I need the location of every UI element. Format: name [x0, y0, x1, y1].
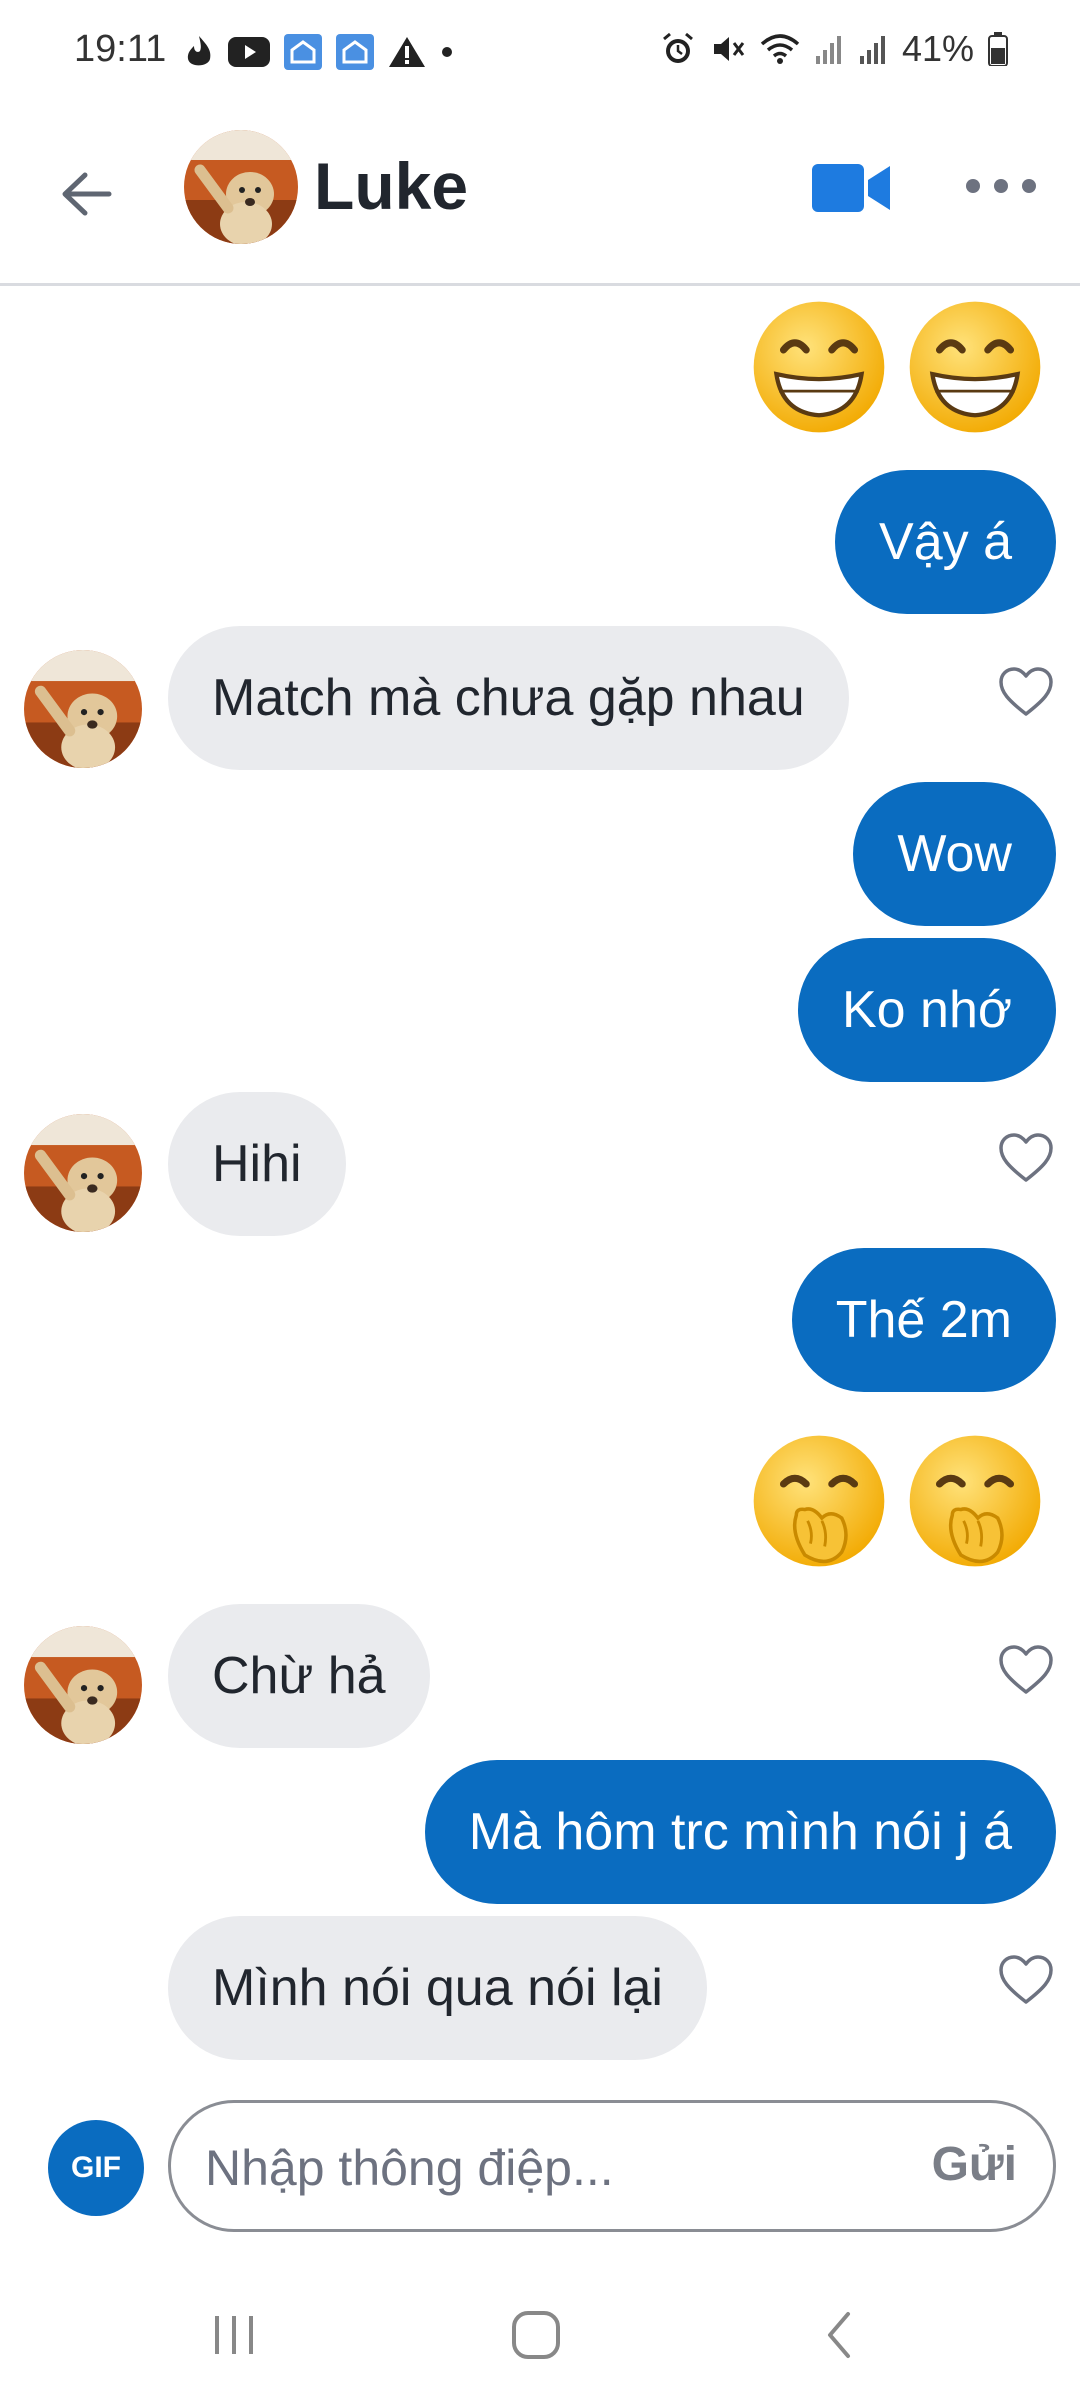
message-bubble-in[interactable]: Hihi	[168, 1092, 346, 1236]
dog-photo-icon	[24, 1114, 142, 1232]
message-bubble-out[interactable]: Vậy á	[835, 470, 1056, 614]
back-chevron-icon	[828, 2312, 850, 2358]
dot-icon	[442, 47, 452, 57]
home-app-icon-2	[336, 34, 374, 70]
video-call-button[interactable]	[808, 158, 894, 218]
heart-outline-icon[interactable]	[998, 666, 1054, 718]
system-icons: 41%	[660, 28, 1008, 70]
sender-avatar[interactable]	[24, 650, 142, 768]
video-camera-icon	[812, 164, 890, 212]
recent-apps-icon	[215, 2316, 253, 2354]
back-nav-button[interactable]	[800, 2300, 880, 2370]
sender-avatar[interactable]	[24, 1626, 142, 1744]
tinder-flame-icon	[187, 36, 211, 66]
dog-photo-icon	[24, 1626, 142, 1744]
contact-avatar[interactable]	[184, 130, 298, 244]
contact-name[interactable]: Luke	[314, 148, 468, 224]
message-bubble-in[interactable]: Chừ hả	[168, 1604, 430, 1748]
message-bubble-out[interactable]: Thế 2m	[791, 1248, 1056, 1392]
battery-icon	[988, 32, 1008, 66]
message-input[interactable]	[205, 2133, 845, 2203]
arrow-left-icon	[62, 172, 112, 216]
status-bar: 19:11 41%	[0, 0, 1080, 110]
heart-outline-icon[interactable]	[998, 1644, 1054, 1696]
heart-outline-icon[interactable]	[998, 1132, 1054, 1184]
chat-header: Luke	[0, 110, 1080, 286]
status-time: 19:11	[74, 28, 167, 70]
home-button[interactable]	[496, 2300, 576, 2370]
wifi-icon	[760, 34, 800, 64]
alarm-icon	[662, 32, 693, 63]
message-bubble-out[interactable]: Ko nhớ	[798, 938, 1056, 1082]
more-options-button[interactable]	[966, 166, 1036, 206]
signal-icon-2	[859, 36, 885, 64]
recent-apps-button[interactable]	[194, 2300, 274, 2370]
signal-icon-1	[815, 36, 841, 64]
warning-icon	[389, 37, 425, 67]
notification-icons	[184, 34, 454, 70]
message-bubble-out[interactable]: Mà hôm trc mình nói j á	[424, 1760, 1056, 1904]
dog-photo-icon	[24, 650, 142, 768]
mute-icon	[713, 37, 745, 61]
heart-outline-icon[interactable]	[998, 1954, 1054, 2006]
message-composer: Gửi	[168, 2100, 1056, 2232]
youtube-icon	[228, 37, 270, 67]
hand-over-mouth-emoji	[904, 1430, 1046, 1572]
message-bubble-in[interactable]: Mình nói qua nói lại	[168, 1916, 707, 2060]
sender-avatar[interactable]	[24, 1114, 142, 1232]
gif-button[interactable]: GIF	[48, 2120, 144, 2216]
grin-emoji	[748, 296, 890, 438]
more-dots-icon	[966, 179, 980, 193]
grin-emoji	[904, 296, 1046, 438]
message-bubble-in[interactable]: Match mà chưa gặp nhau	[168, 626, 849, 770]
hand-over-mouth-emoji	[748, 1430, 890, 1572]
system-navigation-bar	[0, 2260, 1080, 2400]
back-button[interactable]	[46, 154, 126, 234]
home-icon	[512, 2311, 560, 2359]
home-app-icon	[284, 34, 322, 70]
message-bubble-out[interactable]: Wow	[853, 782, 1056, 926]
dog-photo-icon	[184, 130, 298, 244]
battery-percent: 41%	[901, 28, 974, 69]
send-button[interactable]: Gửi	[932, 2137, 1017, 2192]
